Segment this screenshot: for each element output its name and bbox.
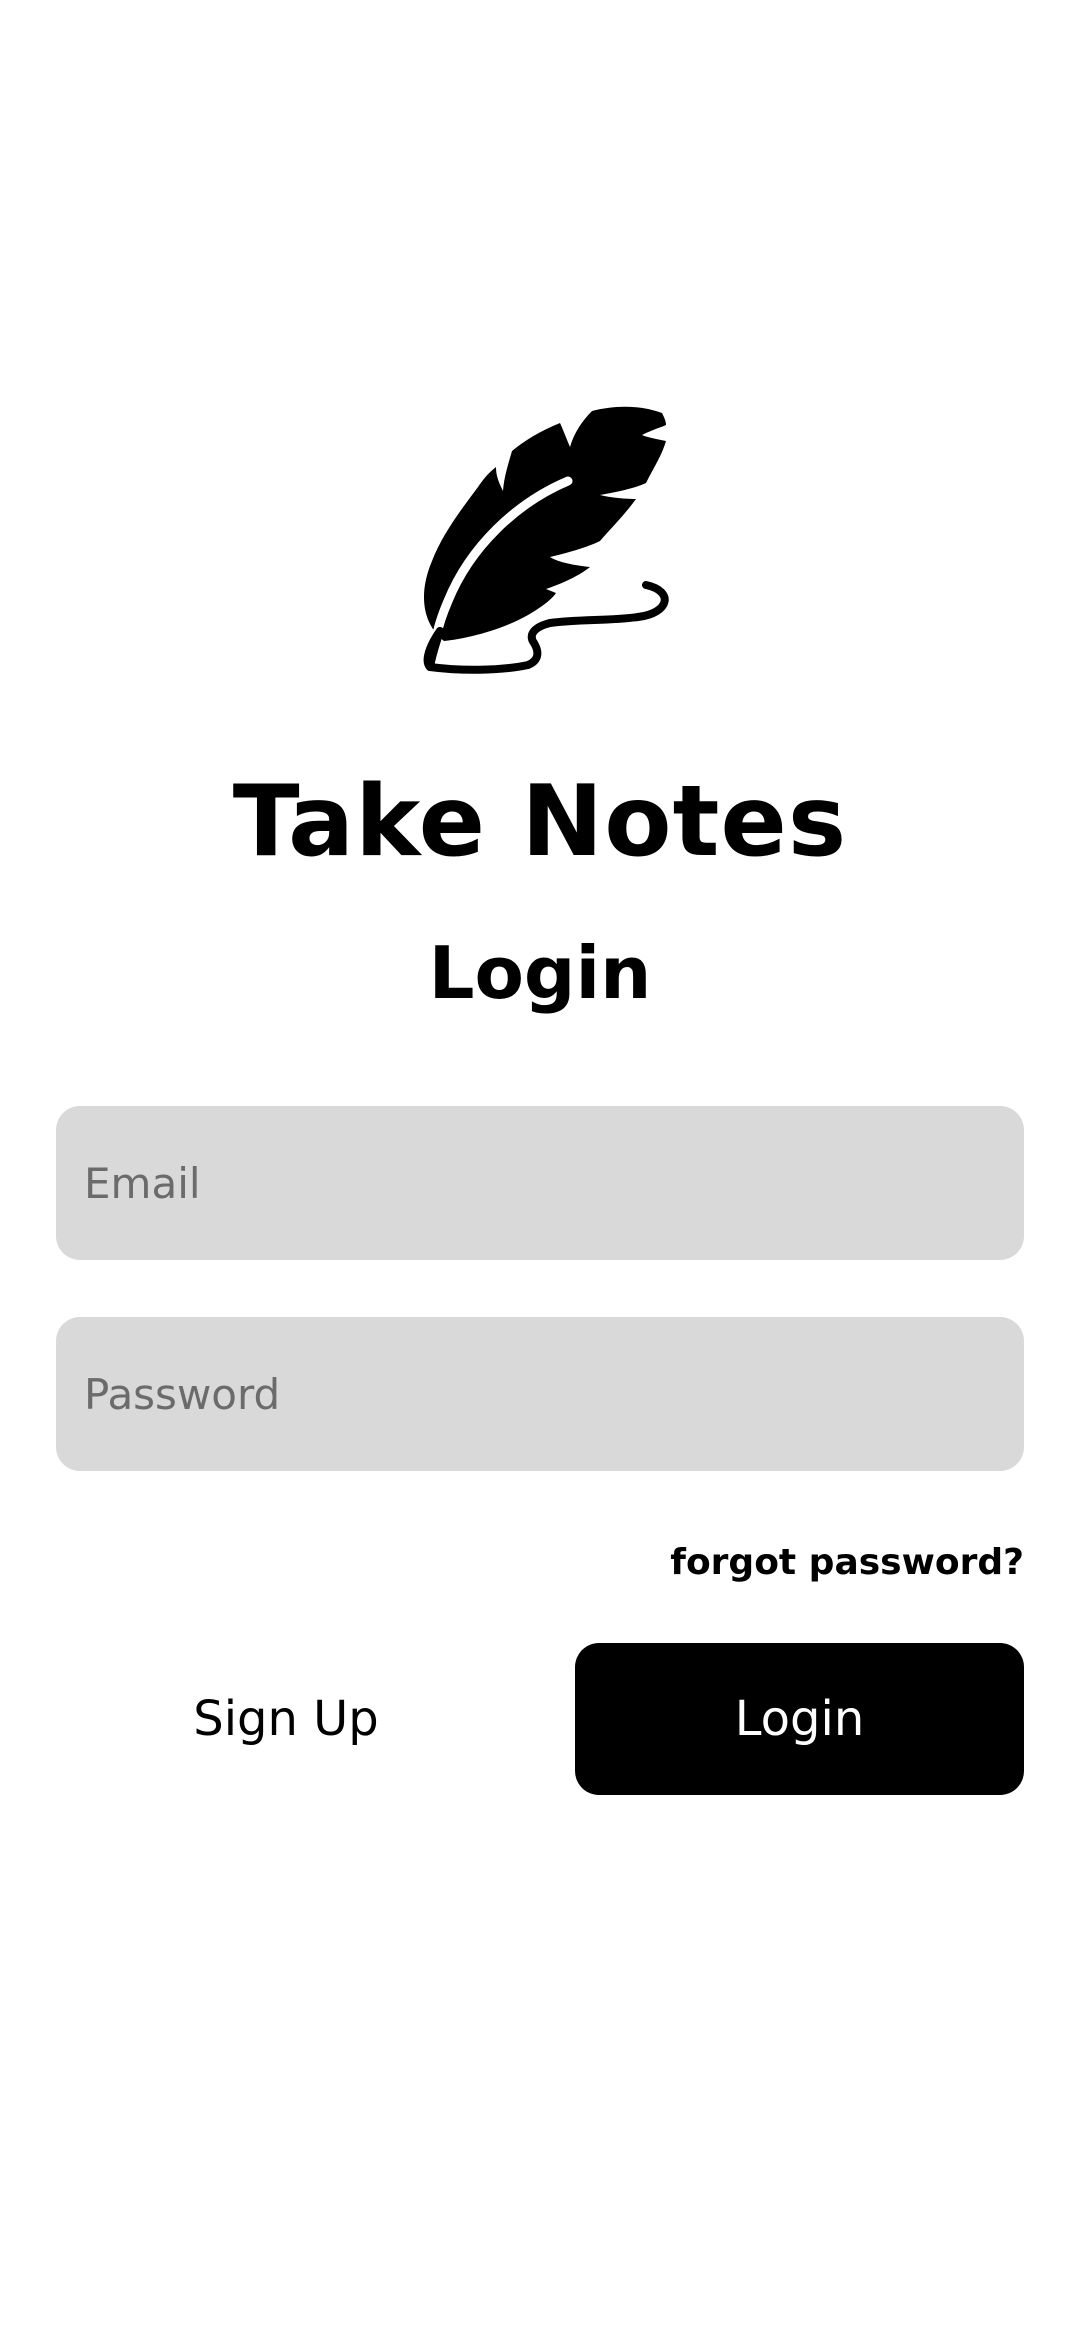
password-input[interactable] (56, 1317, 1024, 1471)
login-button[interactable]: Login (575, 1643, 1024, 1795)
email-input[interactable] (56, 1106, 1024, 1260)
password-field-container[interactable] (56, 1317, 1024, 1471)
sign-up-button[interactable]: Sign Up (56, 1643, 516, 1795)
app-title: Take Notes (232, 765, 848, 879)
forgot-password-link[interactable]: forgot password? (670, 1536, 1024, 1590)
quill-feather-icon (400, 405, 680, 690)
page-title: Login (428, 931, 652, 1015)
email-field-container[interactable] (56, 1106, 1024, 1260)
